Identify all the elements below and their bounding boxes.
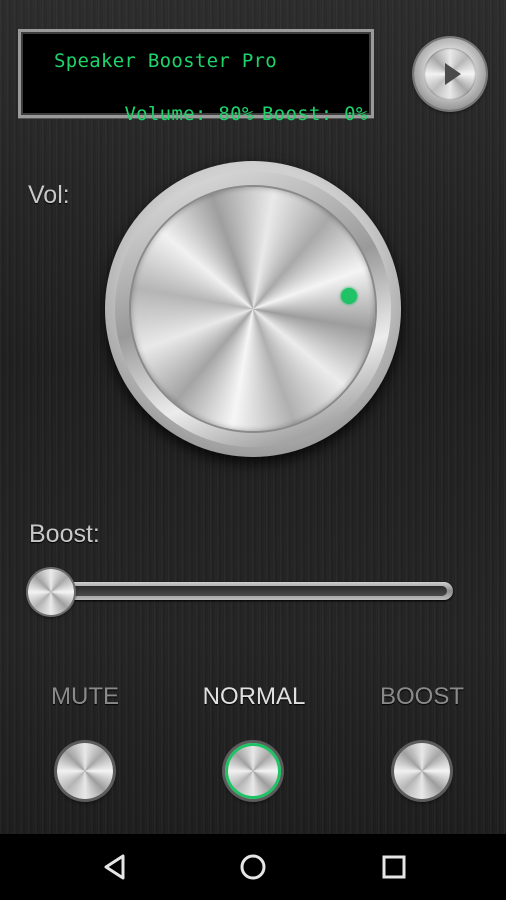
lcd-status-line: Volume: 80% Boost: 0%	[54, 81, 367, 147]
boost-slider-groove	[46, 586, 447, 596]
lcd-boost-readout: Boost: 0%	[262, 103, 368, 125]
volume-indicator-dot	[341, 288, 357, 304]
volume-knob[interactable]	[105, 161, 401, 457]
volume-label: Vol:	[28, 181, 70, 209]
boost-slider-track	[40, 582, 453, 600]
app-screen: Speaker Booster Pro Volume: 80% Boost: 0%…	[0, 0, 506, 900]
mute-button[interactable]	[57, 743, 113, 799]
recents-icon[interactable]	[377, 850, 411, 884]
boost-button[interactable]	[394, 743, 450, 799]
mode-label-normal: NORMAL	[202, 683, 306, 710]
lcd-title: Speaker Booster Pro	[54, 50, 278, 72]
back-icon[interactable]	[98, 850, 132, 884]
boost-slider-thumb[interactable]	[28, 569, 74, 615]
normal-button[interactable]	[225, 743, 281, 799]
play-icon	[445, 63, 461, 85]
play-button[interactable]	[414, 38, 486, 110]
lcd-display: Speaker Booster Pro Volume: 80% Boost: 0%	[18, 29, 374, 125]
mode-label-mute: MUTE	[51, 683, 119, 710]
boost-label: Boost:	[29, 520, 100, 548]
mode-label-boost: BOOST	[379, 683, 464, 710]
system-navigation-bar	[0, 834, 506, 900]
lcd-volume-readout: Volume: 80%	[124, 103, 254, 125]
home-icon[interactable]	[236, 850, 270, 884]
boost-slider[interactable]	[28, 569, 455, 615]
volume-knob-face	[131, 187, 375, 431]
